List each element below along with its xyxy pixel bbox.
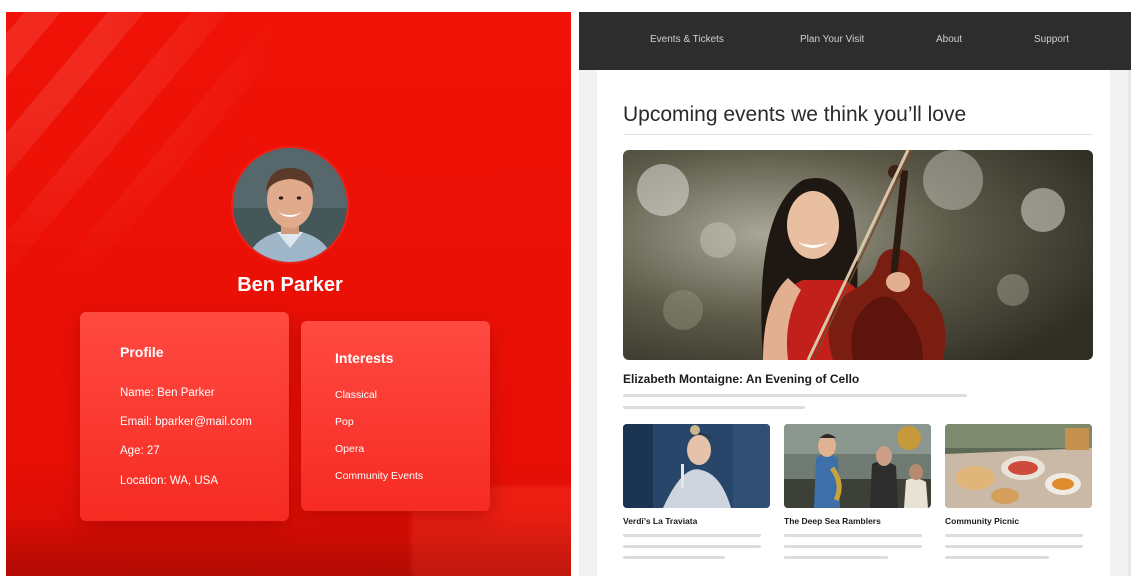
event-card-image-picnic[interactable] — [945, 424, 1092, 508]
decorative-stripes — [6, 12, 286, 282]
featured-event-title[interactable]: Elizabeth Montaigne: An Evening of Cello — [623, 372, 859, 386]
interests-card: Interests Classical Pop Opera Community … — [301, 321, 490, 511]
event-card-title[interactable]: Verdi’s La Traviata — [623, 516, 697, 526]
bottom-shade — [6, 516, 571, 576]
event-card-image-opera[interactable] — [623, 424, 770, 508]
event-card-title[interactable]: Community Picnic — [945, 516, 1019, 526]
avatar — [233, 148, 347, 262]
website-panel: Events & Tickets Plan Your Visit About S… — [579, 12, 1131, 576]
text-placeholder — [784, 534, 922, 537]
text-placeholder — [945, 534, 1083, 537]
interest-item: Classical — [335, 389, 378, 401]
nav-about[interactable]: About — [936, 34, 962, 45]
page-heading: Upcoming events we think you’ll love — [623, 103, 967, 126]
profile-card-title: Profile — [120, 344, 164, 360]
nav-events-tickets[interactable]: Events & Tickets — [650, 34, 724, 45]
text-placeholder — [784, 545, 922, 548]
profile-location-line: Location: WA, USA — [120, 475, 219, 487]
text-placeholder — [623, 394, 967, 397]
picnic-food-image — [945, 424, 1092, 508]
featured-event-image[interactable] — [623, 150, 1093, 360]
profile-card: Profile Name: Ben Parker Email: bparker@… — [80, 312, 289, 521]
cellist-photo — [623, 150, 1093, 360]
top-navigation: Events & Tickets Plan Your Visit About S… — [579, 12, 1131, 70]
nav-plan-your-visit[interactable]: Plan Your Visit — [800, 34, 864, 45]
opera-singer-image — [623, 424, 770, 508]
interest-item: Pop — [335, 416, 354, 428]
text-placeholder — [945, 545, 1083, 548]
text-placeholder — [945, 556, 1049, 559]
interests-card-title: Interests — [335, 350, 394, 366]
event-card-image-band[interactable] — [784, 424, 931, 508]
nav-support[interactable]: Support — [1034, 34, 1069, 45]
text-placeholder — [623, 556, 725, 559]
profile-panel: Ben Parker Profile Name: Ben Parker Emai… — [6, 12, 571, 576]
divider — [623, 134, 1093, 135]
profile-name-line: Name: Ben Parker — [120, 387, 215, 399]
interest-item: Opera — [335, 443, 365, 455]
person-name: Ben Parker — [237, 274, 343, 296]
profile-age-line: Age: 27 — [120, 445, 160, 457]
text-placeholder — [623, 406, 805, 409]
event-card-title[interactable]: The Deep Sea Ramblers — [784, 516, 881, 526]
text-placeholder — [784, 556, 888, 559]
text-placeholder — [623, 534, 761, 537]
avatar-photo — [233, 148, 347, 262]
text-placeholder — [623, 545, 761, 548]
interest-item: Community Events — [335, 470, 424, 482]
main-content: Upcoming events we think you’ll love Eli… — [597, 70, 1110, 576]
band-image — [784, 424, 931, 508]
profile-email-line: Email: bparker@mail.com — [120, 416, 252, 428]
